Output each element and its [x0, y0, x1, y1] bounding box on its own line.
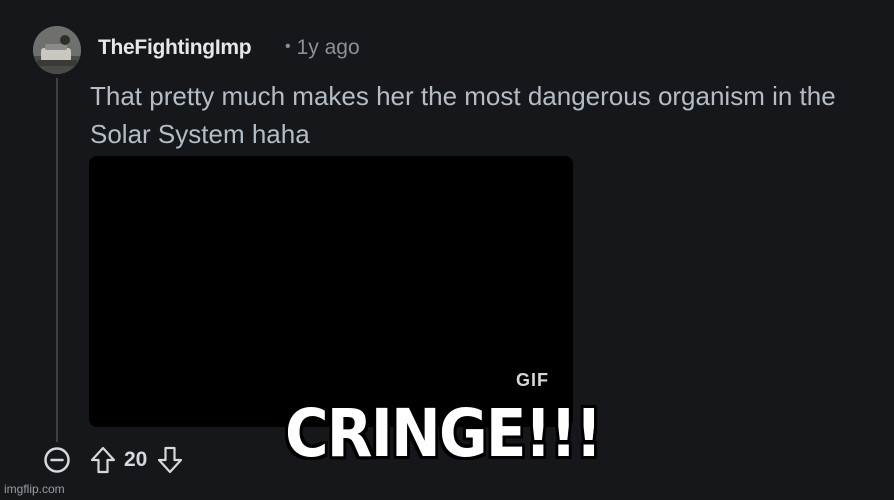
arrow-down-icon — [158, 446, 183, 474]
upvote-button[interactable] — [88, 445, 118, 475]
avatar-image — [33, 26, 81, 74]
meta-separator: • — [285, 38, 291, 55]
minus-circle-icon — [44, 447, 70, 473]
vote-controls: 20 — [88, 444, 185, 476]
meme-caption: CRINGE!!! — [285, 395, 602, 472]
comment-author[interactable]: TheFightingImp — [98, 36, 252, 60]
comment-body: That pretty much makes her the most dang… — [90, 81, 836, 149]
thread-line[interactable] — [56, 78, 58, 442]
comment-meta: • 1y ago — [285, 36, 360, 60]
watermark: imgflip.com — [4, 482, 65, 496]
user-avatar[interactable] — [33, 26, 81, 74]
comment-age: 1y ago — [296, 36, 360, 59]
gif-badge: GIF — [516, 370, 549, 390]
gif-embed[interactable]: GIF — [89, 156, 573, 427]
arrow-up-icon — [90, 446, 116, 474]
collapse-button[interactable] — [43, 446, 71, 474]
downvote-button[interactable] — [155, 445, 185, 475]
vote-count: 20 — [124, 448, 148, 471]
